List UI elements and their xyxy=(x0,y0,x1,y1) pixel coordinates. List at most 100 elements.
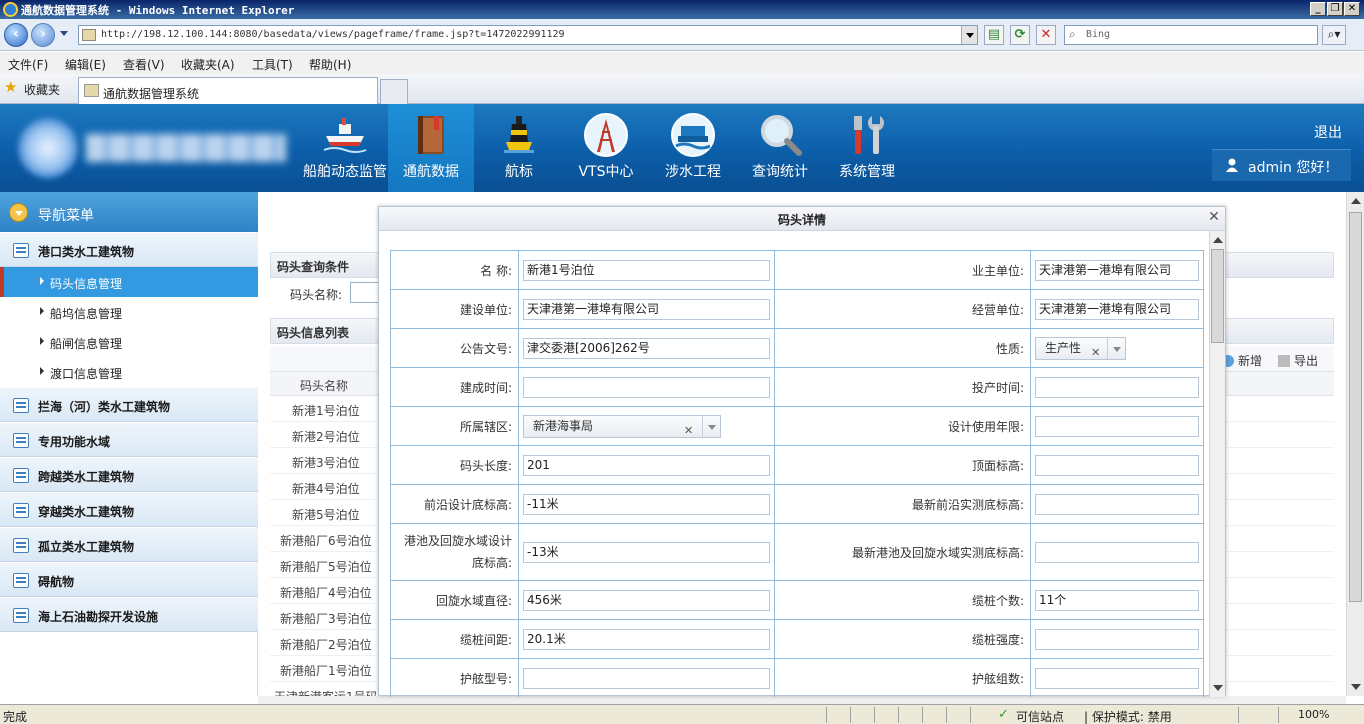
topnav-system-management[interactable]: 系统管理 xyxy=(824,104,910,192)
address-bar[interactable]: http://198.12.100.144:8080/basedata/view… xyxy=(78,25,978,45)
status-bar: 完成 ✓ 可信站点 | 保护模式: 禁用 100% xyxy=(0,704,1364,724)
basin-measured-depth-field[interactable] xyxy=(1035,541,1199,563)
built-time-field[interactable] xyxy=(523,376,770,398)
bollard-count-field[interactable]: 11个 xyxy=(1035,589,1199,611)
menu-file[interactable]: 文件(F) xyxy=(8,56,48,73)
minimize-button[interactable]: _ xyxy=(1310,2,1326,16)
topnav-navigation-data[interactable]: 通航数据 xyxy=(388,104,474,192)
topnav-buoy[interactable]: 航标 xyxy=(476,104,562,192)
history-dropdown-icon[interactable] xyxy=(60,31,68,36)
top-elevation-field[interactable] xyxy=(1035,454,1199,476)
turning-diameter-field[interactable]: 456米 xyxy=(523,589,770,611)
zoom-level[interactable]: 100% xyxy=(1298,708,1329,721)
stop-button[interactable]: ✕ xyxy=(1036,25,1056,45)
nature-select[interactable]: 生产性 ✕ xyxy=(1035,336,1126,363)
close-icon[interactable]: ✕ xyxy=(1207,210,1221,225)
sidebar-item-lock[interactable]: 船闸信息管理 xyxy=(0,327,258,357)
menu-help[interactable]: 帮助(H) xyxy=(309,56,351,73)
topnav-vts-center[interactable]: VTS中心 xyxy=(563,104,649,192)
favorites-label[interactable]: 收藏夹 xyxy=(24,81,60,98)
add-button[interactable]: 新增 xyxy=(1222,352,1262,369)
app-logo xyxy=(18,118,78,178)
search-button[interactable]: ⌕▾ xyxy=(1322,25,1346,45)
sidebar-group-spanning[interactable]: 跨越类水工建筑物 xyxy=(0,458,258,492)
favorites-star-icon[interactable]: ★ xyxy=(4,78,17,96)
topnav-water-engineering[interactable]: 涉水工程 xyxy=(650,104,736,192)
topnav-label: 系统管理 xyxy=(839,164,895,180)
sidebar-group-port[interactable]: 港口类水工建筑物 xyxy=(0,233,258,267)
sidebar-group-isolated[interactable]: 孤立类水工建筑物 xyxy=(0,528,258,562)
maximize-button[interactable]: ❐ xyxy=(1327,2,1343,16)
favorites-bar: ★ 收藏夹 通航数据管理系统 xyxy=(0,74,1364,104)
clear-icon[interactable]: ✕ xyxy=(1091,342,1100,363)
field-label: 所属辖区: xyxy=(390,406,519,446)
ship-icon xyxy=(323,118,367,153)
url-text[interactable]: http://198.12.100.144:8080/basedata/view… xyxy=(101,29,565,40)
scrollbar-thumb[interactable] xyxy=(1211,249,1224,343)
address-dropdown-button[interactable] xyxy=(961,26,977,44)
new-tab-button[interactable] xyxy=(380,79,408,104)
scroll-up-icon[interactable] xyxy=(1351,198,1361,204)
scroll-down-icon[interactable] xyxy=(1351,684,1361,690)
sidebar-header[interactable]: 导航菜单 xyxy=(0,192,258,232)
owner-field[interactable]: 天津港第一港埠有限公司 xyxy=(1035,259,1199,281)
topnav-query-statistics[interactable]: 查询统计 xyxy=(737,104,823,192)
name-field[interactable]: 新港1号泊位 xyxy=(523,259,770,281)
jurisdiction-select[interactable]: 新港海事局 ✕ xyxy=(523,414,721,441)
table-cell: 新港船厂1号泊位 xyxy=(280,664,372,678)
menu-edit[interactable]: 编辑(E) xyxy=(65,56,106,73)
window-title: 通航数据管理系统 - Windows Internet Explorer xyxy=(21,4,295,17)
sidebar-group-obstruction[interactable]: 碍航物 xyxy=(0,563,258,597)
topnav-ship-monitoring[interactable]: 船舶动态监管 xyxy=(302,104,388,192)
close-window-button[interactable]: ✕ xyxy=(1344,2,1360,16)
sidebar-item-dock[interactable]: 船坞信息管理 xyxy=(0,297,258,327)
bollard-strength-field[interactable] xyxy=(1035,628,1199,650)
fender-type-field[interactable] xyxy=(523,667,770,689)
water-engineering-icon xyxy=(671,113,715,157)
chevron-down-icon[interactable] xyxy=(702,415,720,437)
scrollbar-thumb[interactable] xyxy=(1349,212,1362,602)
wharf-length-field[interactable]: 201 xyxy=(523,454,770,476)
sidebar-group-offshore-oil[interactable]: 海上石油勘探开发设施 xyxy=(0,598,258,632)
search-box[interactable]: ⌕ Bing xyxy=(1064,25,1318,45)
sidebar-item-wharf[interactable]: 码头信息管理 xyxy=(0,267,258,297)
design-life-field[interactable] xyxy=(1035,415,1199,437)
sidebar-group-crossing[interactable]: 穿越类水工建筑物 xyxy=(0,493,258,527)
menu-view[interactable]: 查看(V) xyxy=(123,56,165,73)
back-button[interactable]: ‹ xyxy=(4,23,28,47)
menu-favorites[interactable]: 收藏夹(A) xyxy=(181,56,235,73)
refresh-button[interactable]: ⟳ xyxy=(1010,25,1030,45)
security-zone[interactable]: 可信站点 xyxy=(1016,708,1064,724)
sidebar-item-ferry[interactable]: 渡口信息管理 xyxy=(0,357,258,387)
compatibility-view-button[interactable]: ▤ xyxy=(984,25,1004,45)
sidebar-group-seawall[interactable]: 拦海（河）类水工建筑物 xyxy=(0,388,258,422)
dialog-scrollbar[interactable] xyxy=(1209,231,1225,697)
forward-button[interactable]: › xyxy=(31,23,55,47)
horizontal-scrollbar[interactable] xyxy=(258,696,1346,704)
chevron-down-icon[interactable] xyxy=(1107,337,1125,359)
divider xyxy=(874,707,875,723)
table-cell: 新港4号泊位 xyxy=(292,482,360,496)
clear-icon[interactable]: ✕ xyxy=(684,420,693,441)
wharf-detail-dialog: 码头详情 ✕ 名 称: 新港1号泊位 业主单位: 天津港第一港埠有限公司 建设单… xyxy=(378,206,1226,697)
sidebar-group-label: 专用功能水域 xyxy=(38,435,111,449)
builder-field[interactable]: 天津港第一港埠有限公司 xyxy=(523,298,770,320)
operator-field[interactable]: 天津港第一港埠有限公司 xyxy=(1035,298,1199,320)
sidebar-group-special-waters[interactable]: 专用功能水域 xyxy=(0,423,258,457)
front-design-depth-field[interactable]: -11米 xyxy=(523,493,770,515)
notice-number-field[interactable]: 津交委港[2006]262号 xyxy=(523,337,770,359)
basin-design-depth-field[interactable]: -13米 xyxy=(523,541,770,563)
sidebar-item-label: 渡口信息管理 xyxy=(50,367,123,381)
scroll-down-icon[interactable] xyxy=(1213,685,1223,691)
scroll-up-icon[interactable] xyxy=(1213,237,1223,243)
browser-tab[interactable]: 通航数据管理系统 xyxy=(78,77,378,104)
front-measured-depth-field[interactable] xyxy=(1035,493,1199,515)
operation-time-field[interactable] xyxy=(1035,376,1199,398)
bollard-spacing-field[interactable]: 20.1米 xyxy=(523,628,770,650)
fender-groups-field[interactable] xyxy=(1035,667,1199,689)
export-button[interactable]: 导出 xyxy=(1278,352,1318,369)
logout-link[interactable]: 退出 xyxy=(1314,122,1342,142)
ie-logo-icon xyxy=(3,2,18,17)
menu-tools[interactable]: 工具(T) xyxy=(252,56,293,73)
page-scrollbar[interactable] xyxy=(1346,192,1364,696)
